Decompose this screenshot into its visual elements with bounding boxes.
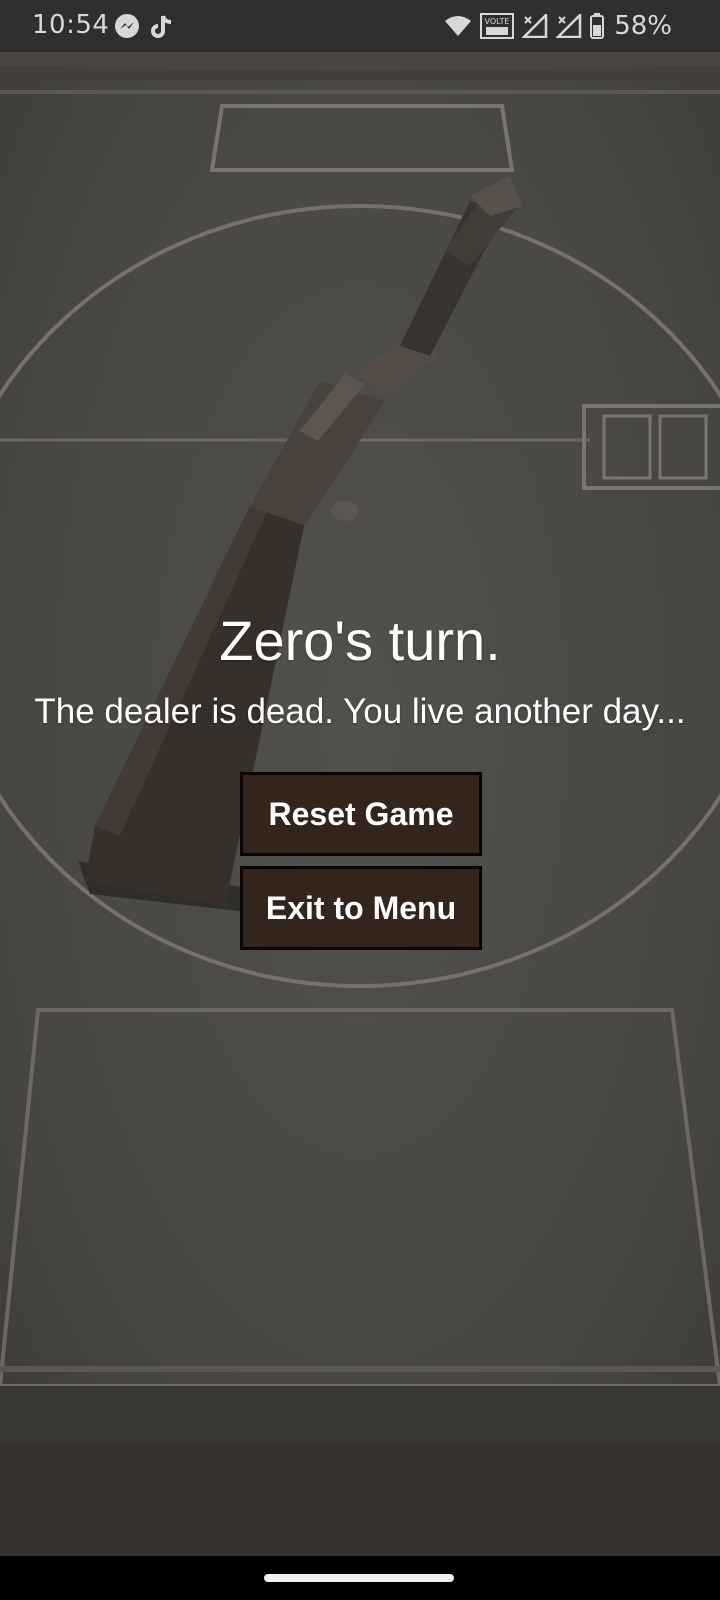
navigation-bar [0,1556,720,1600]
tiktok-icon [150,13,176,39]
battery-icon [590,13,605,39]
signal-icon [522,14,548,38]
game-screen: 10:54 VOLTE 58% Zero's turn. The dealer … [0,0,720,1600]
signal-icon [556,14,582,38]
reset-game-button[interactable]: Reset Game [240,772,482,856]
messenger-icon [114,13,140,39]
exit-to-menu-button[interactable]: Exit to Menu [240,866,482,950]
home-gesture-handle[interactable] [264,1574,454,1582]
wifi-icon [444,15,472,37]
volte-icon: VOLTE [480,13,515,39]
svg-text:VOLTE: VOLTE [485,17,510,26]
battery-percent: 58% [614,11,672,41]
status-indicators: VOLTE 58% [444,10,672,42]
turn-title: Zero's turn. [219,609,501,672]
turn-message: Zero's turn. The dealer is dead. You liv… [0,600,720,732]
status-time: 10:54 [32,10,110,40]
game-result-text: The dealer is dead. You live another day… [34,691,686,731]
status-bar: 10:54 VOLTE 58% [0,0,720,52]
